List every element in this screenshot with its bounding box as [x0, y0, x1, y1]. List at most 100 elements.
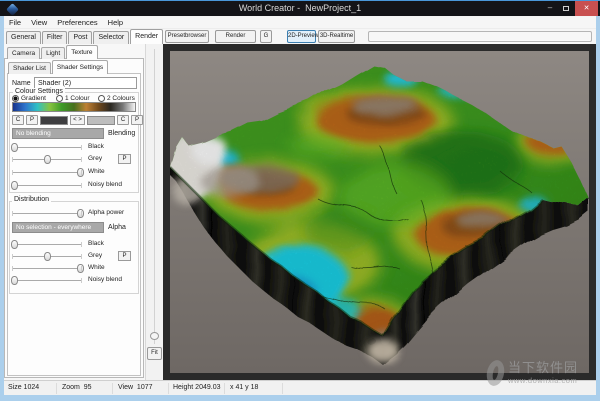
window-title: World Creator - NewProject_1: [0, 3, 600, 13]
left-colour-swatch[interactable]: [40, 116, 68, 125]
dist-white-slider-label: White: [88, 264, 105, 271]
dist-noisy-blend-slider-thumb[interactable]: [11, 276, 18, 285]
watermark-logo-icon: [484, 359, 506, 388]
dist-black-slider-label: Black: [88, 240, 104, 247]
texture-tab-strip: Camera Light Texture: [7, 45, 99, 59]
grey-slider-thumb[interactable]: [44, 155, 51, 164]
status-separator: [112, 383, 113, 394]
2d-preview-button[interactable]: 2D-Preview: [287, 30, 316, 43]
render-button[interactable]: Render: [215, 30, 256, 43]
status-height: Height 2049.03: [173, 384, 220, 391]
alpha-power-slider-row: Alpha power: [4, 209, 144, 218]
dist-black-slider-row: Black: [4, 240, 144, 249]
watermark-site-url: www.downxia.com: [508, 376, 578, 385]
shader-tab-strip: Shader List Shader Settings: [8, 60, 109, 74]
black-slider-label: Black: [88, 143, 104, 150]
preview-zoom-track[interactable]: [154, 49, 155, 344]
noisy-blend-slider-label: Noisy blend: [88, 181, 122, 188]
watermark-site-name: 当下软件园: [508, 357, 578, 376]
3d-realtime-button[interactable]: 3D-Realtime: [318, 30, 355, 43]
status-separator: [224, 383, 225, 394]
right-pick-button[interactable]: P: [131, 115, 143, 125]
radio-2-colours[interactable]: 2 Colours: [98, 95, 135, 102]
swap-colours-button[interactable]: < >: [70, 115, 85, 125]
dist-white-slider-thumb[interactable]: [77, 264, 84, 273]
tab-selector[interactable]: Selector: [93, 31, 129, 44]
black-slider-thumb[interactable]: [11, 143, 18, 152]
blending-label: Blending: [108, 130, 135, 137]
name-label: Name: [12, 80, 31, 87]
tab-shader-list[interactable]: Shader List: [8, 62, 51, 74]
menu-file[interactable]: File: [4, 18, 26, 27]
radio-gradient-dot[interactable]: [12, 95, 19, 102]
site-watermark: 当下软件园 www.downxia.com: [487, 357, 578, 386]
maximize-button[interactable]: [559, 1, 573, 16]
tab-general[interactable]: General: [6, 31, 41, 44]
alpha-label: Alpha: [108, 224, 126, 231]
render-settings-panel: Camera Light Texture Shader List Shader …: [4, 44, 145, 380]
maximize-icon: [563, 6, 569, 11]
alpha-power-slider[interactable]: [12, 213, 82, 214]
left-colour-button[interactable]: C: [12, 115, 24, 125]
tab-post[interactable]: Post: [68, 31, 92, 44]
tab-camera[interactable]: Camera: [7, 47, 40, 59]
radio-1-colour-label: 1 Colour: [65, 95, 90, 102]
close-button[interactable]: ✕: [575, 1, 598, 16]
titlebar[interactable]: World Creator - NewProject_1 – ✕: [0, 0, 600, 16]
gradient-preview-bar[interactable]: [12, 102, 136, 112]
noisy-blend-slider[interactable]: [12, 185, 82, 186]
menu-help[interactable]: Help: [103, 18, 128, 27]
g-button[interactable]: G: [260, 30, 272, 43]
radio-1-colour[interactable]: 1 Colour: [56, 95, 90, 102]
dist-grey-pick-button[interactable]: P: [118, 251, 131, 261]
radio-gradient-label: Gradient: [21, 95, 46, 102]
black-slider-row: Black: [4, 143, 144, 152]
white-slider-row: White: [4, 168, 144, 177]
menu-preferences[interactable]: Preferences: [52, 18, 102, 27]
white-slider-thumb[interactable]: [77, 168, 84, 177]
radio-gradient[interactable]: Gradient: [12, 95, 46, 102]
right-colour-button[interactable]: C: [117, 115, 129, 125]
menu-view[interactable]: View: [26, 18, 52, 27]
tab-render[interactable]: Render: [130, 29, 163, 44]
dist-grey-slider[interactable]: [12, 256, 82, 257]
dist-black-slider[interactable]: [12, 244, 82, 245]
dist-grey-slider-row: Grey P: [4, 252, 144, 261]
grey-pick-button[interactable]: P: [118, 154, 131, 164]
dist-noisy-blend-slider-label: Noisy blend: [88, 276, 122, 283]
radio-2-colours-dot[interactable]: [98, 95, 105, 102]
dist-grey-slider-thumb[interactable]: [44, 252, 51, 261]
preview-viewport[interactable]: [163, 44, 596, 380]
preview-zoom-strip: Fit: [145, 44, 163, 380]
right-colour-swatch[interactable]: [87, 116, 115, 125]
tab-texture[interactable]: Texture: [66, 45, 97, 59]
window-border-bottom: [0, 395, 600, 401]
presetbrowser-button[interactable]: Presetbrowser: [165, 30, 209, 43]
render-progress-bar: [368, 31, 592, 42]
noisy-blend-slider-thumb[interactable]: [11, 181, 18, 190]
fit-button[interactable]: Fit: [147, 347, 162, 360]
status-cursor-pos: x 41 y 18: [230, 384, 258, 391]
preview-zoom-handle[interactable]: [150, 332, 159, 340]
dist-black-slider-thumb[interactable]: [11, 240, 18, 249]
left-pick-button[interactable]: P: [26, 115, 38, 125]
tab-filter[interactable]: Filter: [42, 31, 68, 44]
terrain-3d-view[interactable]: [170, 51, 589, 373]
noisy-blend-slider-row: Noisy blend: [4, 181, 144, 190]
radio-1-colour-dot[interactable]: [56, 95, 63, 102]
toolbar: General Filter Post Selector Render Pres…: [4, 29, 596, 44]
grey-slider[interactable]: [12, 159, 82, 160]
white-slider-label: White: [88, 168, 105, 175]
blending-dropdown[interactable]: No blending: [12, 128, 104, 139]
dist-noisy-blend-slider[interactable]: [12, 280, 82, 281]
app-window: World Creator - NewProject_1 – ✕ File Vi…: [0, 0, 600, 401]
white-slider[interactable]: [12, 172, 82, 173]
distribution-label: Distribution: [12, 196, 51, 203]
alpha-power-slider-thumb[interactable]: [77, 209, 84, 218]
alpha-selection-dropdown[interactable]: No selection - everywhere: [12, 222, 104, 233]
dist-white-slider[interactable]: [12, 268, 82, 269]
black-slider[interactable]: [12, 147, 82, 148]
tab-light[interactable]: Light: [41, 47, 65, 59]
tab-shader-settings[interactable]: Shader Settings: [52, 60, 108, 74]
minimize-button[interactable]: –: [543, 1, 557, 16]
